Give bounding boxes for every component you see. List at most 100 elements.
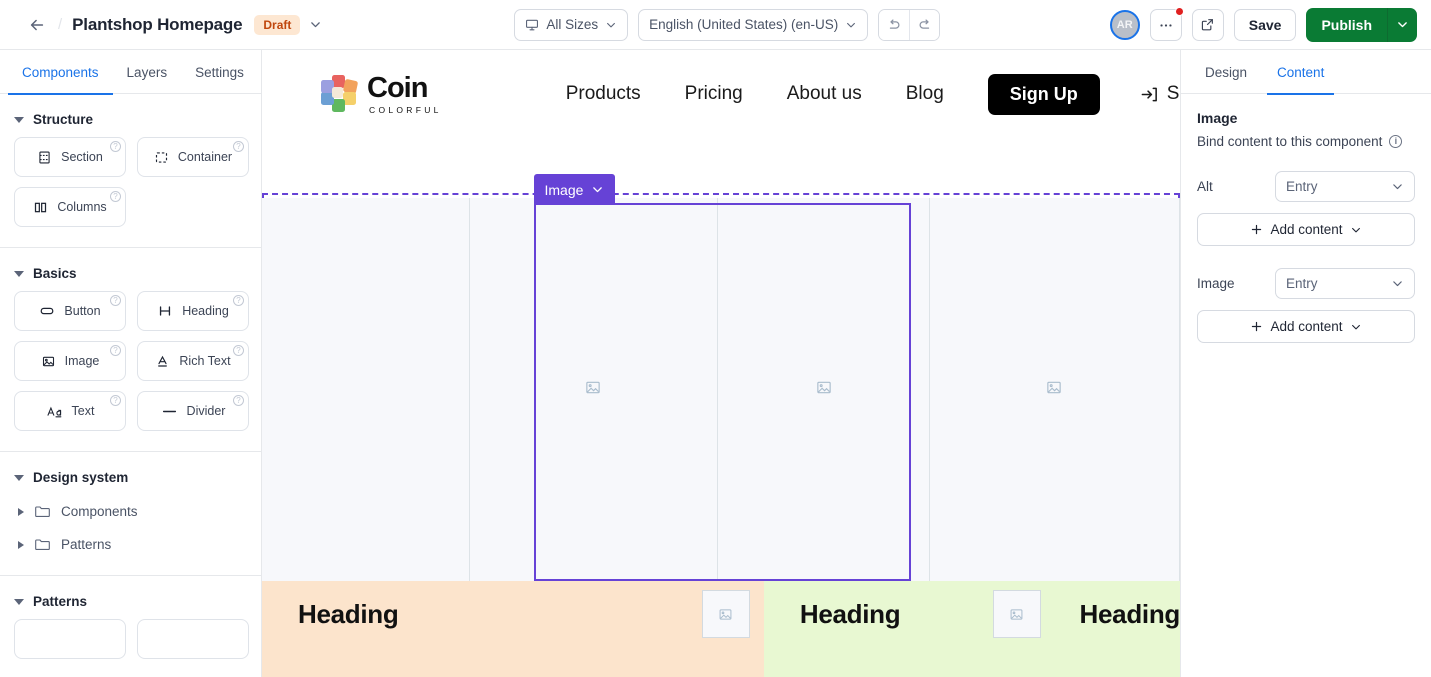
chevron-down-icon xyxy=(1350,321,1362,333)
image-placeholder-icon xyxy=(1046,379,1063,401)
pattern-card[interactable] xyxy=(137,619,249,659)
folder-icon xyxy=(34,537,51,552)
add-content-label: Add content xyxy=(1270,319,1343,334)
tab-content[interactable]: Content xyxy=(1267,50,1335,95)
tab-design-label: Design xyxy=(1205,64,1248,80)
add-content-button-image[interactable]: Add content xyxy=(1197,310,1415,343)
component-card-heading[interactable]: Heading ? xyxy=(137,291,249,331)
save-button[interactable]: Save xyxy=(1233,8,1297,41)
component-card-text[interactable]: Text ? xyxy=(14,391,126,431)
sidebar-scroll-area: Structure Section ? Container ? Columns … xyxy=(0,94,261,677)
tree-item-components[interactable]: Components xyxy=(0,495,261,528)
component-card-section[interactable]: Section ? xyxy=(14,137,126,177)
tab-content-label: Content xyxy=(1277,64,1325,80)
component-card-divider[interactable]: Divider ? xyxy=(137,391,249,431)
help-circle-icon[interactable]: ? xyxy=(233,295,244,306)
alt-entry-select[interactable]: Entry xyxy=(1275,171,1415,202)
card-2[interactable]: Heading Text Text Text xyxy=(763,581,1044,677)
basics-component-grid: Button ? Heading ? Image ? Rich Text ? T… xyxy=(0,291,261,437)
nav-link-blog[interactable]: Blog xyxy=(906,83,944,105)
heading-icon xyxy=(157,303,173,319)
nav-link-products[interactable]: Products xyxy=(566,83,641,105)
add-content-button-alt[interactable]: Add content xyxy=(1197,213,1415,246)
tab-design[interactable]: Design xyxy=(1195,50,1257,94)
component-label: Heading xyxy=(182,304,229,318)
notification-dot xyxy=(1174,6,1184,16)
field-row-alt: Alt Entry xyxy=(1197,171,1415,202)
component-card-rich-text[interactable]: Rich Text ? xyxy=(137,341,249,381)
section-header-patterns[interactable]: Patterns xyxy=(0,576,261,619)
tab-layers[interactable]: Layers xyxy=(113,50,182,94)
editor-canvas[interactable]: Coin COLORFUL Products Pricing About us … xyxy=(262,50,1180,677)
redo-icon[interactable] xyxy=(909,9,940,40)
avatar-initials: AR xyxy=(1116,18,1133,31)
preview-button[interactable] xyxy=(1191,8,1224,41)
section-header-basics[interactable]: Basics xyxy=(0,248,261,291)
status-badge: Draft xyxy=(254,14,301,35)
nav-link-pricing[interactable]: Pricing xyxy=(685,83,743,105)
card-mini-image-placeholder[interactable] xyxy=(992,590,1041,638)
tab-components-label: Components xyxy=(22,64,99,80)
help-circle-icon[interactable]: ? xyxy=(233,345,244,356)
image-entry-select[interactable]: Entry xyxy=(1275,268,1415,299)
column-image-1[interactable] xyxy=(470,198,719,581)
signin-link[interactable]: Sign xyxy=(1140,83,1180,105)
card-3[interactable]: Heading Text Text Text xyxy=(1043,581,1180,677)
help-circle-icon[interactable]: ? xyxy=(110,345,121,356)
button-icon xyxy=(39,303,55,319)
folder-icon xyxy=(34,504,51,519)
help-circle-icon[interactable]: ? xyxy=(233,395,244,406)
card-1[interactable]: Heading Text Text Text xyxy=(262,581,764,677)
component-label: Columns xyxy=(57,200,107,214)
info-icon[interactable]: i xyxy=(1389,135,1403,148)
component-card-container[interactable]: Container ? xyxy=(137,137,249,177)
size-selector[interactable]: All Sizes xyxy=(514,8,629,41)
site-navbar: Coin COLORFUL Products Pricing About us … xyxy=(262,50,1180,138)
size-selector-label: All Sizes xyxy=(546,17,599,32)
help-circle-icon[interactable]: ? xyxy=(233,141,244,152)
signup-button[interactable]: Sign Up xyxy=(987,73,1100,115)
column-image-2[interactable] xyxy=(718,198,930,581)
help-circle-icon[interactable]: ? xyxy=(110,395,121,406)
tab-components[interactable]: Components xyxy=(8,50,113,95)
column-image-3[interactable] xyxy=(930,198,1180,581)
publish-button[interactable]: Publish xyxy=(1306,7,1417,42)
section-icon xyxy=(37,150,52,165)
right-panel: Design Content Image Bind content to thi… xyxy=(1180,50,1431,677)
component-label: Divider xyxy=(186,404,226,418)
monitor-icon xyxy=(525,18,539,32)
component-label: Section xyxy=(61,150,103,164)
chevron-down-icon xyxy=(1350,224,1362,236)
rich-text-icon xyxy=(155,354,170,369)
component-card-columns[interactable]: Columns ? xyxy=(14,187,126,227)
component-card-button[interactable]: Button ? xyxy=(14,291,126,331)
publish-chevron-down-icon[interactable] xyxy=(1387,7,1417,42)
chevron-down-icon[interactable] xyxy=(591,183,604,196)
chevron-down-icon[interactable] xyxy=(309,18,322,31)
columns-region xyxy=(262,198,1180,581)
more-options-button[interactable] xyxy=(1149,6,1184,41)
component-card-image[interactable]: Image ? xyxy=(14,341,126,381)
sidebar-tabs: Components Layers Settings xyxy=(0,50,261,95)
patterns-grid xyxy=(0,619,261,665)
nav-link-about-us[interactable]: About us xyxy=(787,83,862,105)
section-header-design-system[interactable]: Design system xyxy=(0,452,261,495)
pattern-card[interactable] xyxy=(14,619,126,659)
avatar[interactable]: AR xyxy=(1109,9,1140,40)
plus-icon xyxy=(1250,223,1263,236)
undo-icon[interactable] xyxy=(879,9,910,40)
back-arrow-icon[interactable] xyxy=(26,14,48,36)
add-content-label: Add content xyxy=(1270,222,1343,237)
tree-item-patterns[interactable]: Patterns xyxy=(0,528,261,561)
card-mini-image-placeholder[interactable] xyxy=(701,590,750,638)
help-circle-icon[interactable]: ? xyxy=(110,295,121,306)
chevron-right-icon xyxy=(18,540,24,549)
signin-label: Sign xyxy=(1166,83,1180,104)
section-header-structure[interactable]: Structure xyxy=(0,94,261,137)
help-circle-icon[interactable]: ? xyxy=(110,191,121,202)
locale-selector[interactable]: English (United States) (en-US) xyxy=(638,8,869,41)
help-circle-icon[interactable]: ? xyxy=(110,141,121,152)
tab-settings[interactable]: Settings xyxy=(181,50,258,94)
selected-component-label: Image xyxy=(544,181,584,198)
chevron-down-icon xyxy=(14,474,24,481)
